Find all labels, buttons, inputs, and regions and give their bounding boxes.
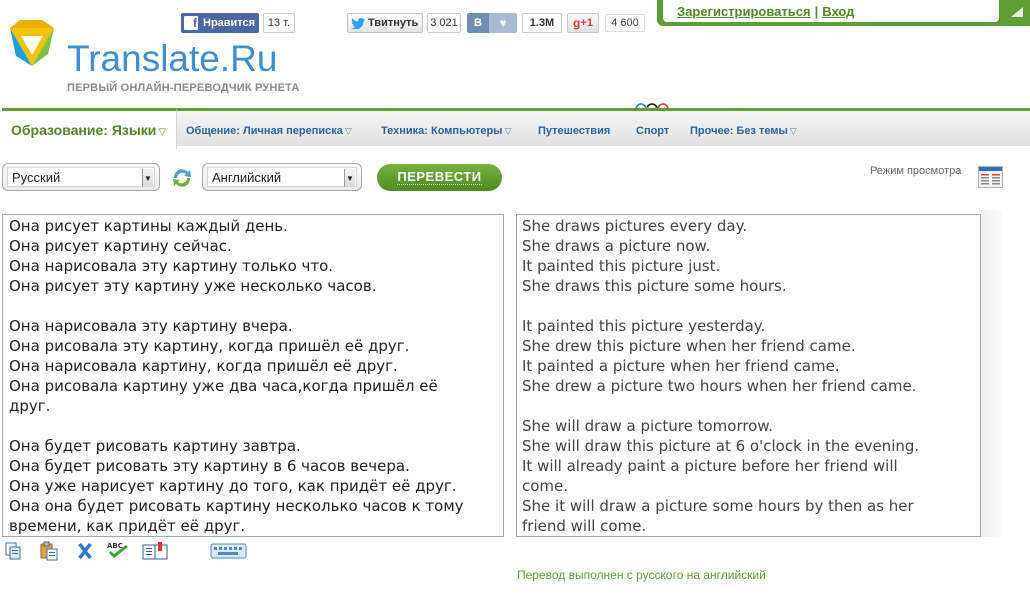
facebook-like-button[interactable]: f Нравится	[181, 13, 259, 33]
result-text-line: She drew a picture two hours when her fr…	[522, 377, 917, 395]
source-text-line: Она уже нарисует картину до того, как пр…	[9, 477, 457, 495]
source-text-line: Она будет рисовать картину завтра.	[9, 437, 301, 455]
result-text-line	[522, 296, 980, 316]
chevron-down-icon[interactable]: ▽	[158, 127, 166, 138]
keyboard-icon[interactable]	[210, 541, 247, 561]
source-text-line: Она рисовала эту картину, когда пришёл е…	[9, 337, 410, 355]
topic-tab-travel[interactable]: Путешествия	[538, 125, 610, 137]
result-text-line: She drew this picture when her friend ca…	[522, 337, 856, 355]
result-text-line: She will draw a picture tomorrow.	[522, 417, 774, 435]
translate-button[interactable]: ПЕРЕВЕСТИ	[377, 164, 502, 191]
source-text-line	[9, 416, 503, 436]
topic-bar: Образование: Языки ▽ Общение: Личная пере…	[2, 108, 1030, 149]
gplus-icon: g	[573, 16, 581, 30]
source-text-line: Она рисует картины каждый день.	[9, 217, 288, 235]
paste-icon[interactable]	[39, 541, 59, 561]
source-text-line: Она рисует эту картину уже несколько час…	[9, 277, 377, 295]
vk-count: 1.3M	[522, 13, 562, 33]
spellcheck-icon[interactable]: ABC	[106, 541, 132, 561]
twitter-tweet-label: Твитнуть	[368, 17, 419, 29]
target-language-value: Английский ▼	[207, 167, 357, 187]
result-text-line: friend will come.	[522, 517, 647, 535]
result-text-line: It painted this picture yesterday.	[522, 317, 766, 335]
view-mode-label[interactable]: Режим просмотра	[870, 165, 961, 177]
facebook-like-label: Нравится	[203, 17, 256, 29]
result-text-line: She draws pictures every day.	[522, 217, 748, 235]
chevron-down-icon[interactable]: ▽	[345, 126, 352, 136]
account-separator: |	[814, 3, 819, 19]
dropdown-arrow-icon[interactable]: ▼	[344, 169, 355, 187]
dropdown-arrow-icon[interactable]: ▼	[142, 169, 153, 187]
result-text-line: It will already paint a picture before h…	[522, 457, 898, 475]
translation-status: Перевод выполнен с русского на английски…	[517, 568, 766, 582]
register-link[interactable]: Зарегистрироваться	[677, 4, 811, 19]
twitter-tweet-button[interactable]: Твитнуть	[347, 13, 423, 33]
brand-slogan: ПЕРВЫЙ ОНЛАЙН-ПЕРЕВОДЧИК РУНЕТА	[67, 82, 300, 94]
source-text-line: Она нарисовала эту картину вчера.	[9, 317, 293, 335]
result-text-line: It painted a picture when her friend cam…	[522, 357, 840, 375]
topic-tab-other[interactable]: Прочее: Без темы ▽	[690, 125, 797, 137]
clear-icon[interactable]	[75, 541, 95, 561]
source-text-line	[9, 296, 503, 316]
source-text-area[interactable]: Она рисует картины каждый день. Она рисуе…	[2, 214, 504, 537]
result-text-line: She it will draw a picture some hours by…	[522, 497, 914, 515]
source-text-line: Она нарисовала эту картину только что.	[9, 257, 334, 275]
source-text-line: Она рисовала картину уже два часа,когда …	[9, 377, 438, 395]
source-text-line: Она нарисовала картину, когда пришёл её …	[9, 357, 398, 375]
chevron-down-icon[interactable]: ▽	[505, 126, 512, 136]
vk-share-button[interactable]: В	[467, 13, 489, 33]
svg-text:ABC: ABC	[107, 542, 123, 550]
target-language-select[interactable]: Английский ▼	[202, 163, 362, 191]
source-text-line: Она рисует картину сейчас.	[9, 237, 232, 255]
result-pane-frame	[981, 210, 1002, 537]
twitter-bird-icon	[351, 17, 365, 29]
result-text-line	[522, 396, 980, 416]
source-language-select[interactable]: Русский ▼	[2, 163, 160, 191]
logo-icon[interactable]	[6, 18, 58, 70]
topic-active-tab[interactable]: Образование: Языки ▽	[2, 108, 177, 149]
result-text-line: come.	[522, 477, 569, 495]
gplus-button[interactable]: g +1	[567, 13, 599, 33]
facebook-icon: f	[184, 16, 198, 30]
login-link[interactable]: Вход	[822, 4, 854, 19]
result-text-area[interactable]: She draws pictures every day. She draws a…	[516, 214, 981, 537]
vk-heart-icon[interactable]: ♥	[489, 13, 517, 33]
twitter-count: 3 021	[427, 13, 461, 33]
swap-languages-icon[interactable]	[170, 167, 194, 189]
copy-icon[interactable]	[4, 541, 24, 561]
topic-tab-personal[interactable]: Общение: Личная переписка ▽	[186, 125, 352, 137]
facebook-like-count: 13 т.	[263, 13, 295, 33]
result-text-line: She will draw this picture at 6 o'clock …	[522, 437, 920, 455]
source-language-value: Русский ▼	[7, 167, 155, 187]
account-bar: Зарегистрироваться | Вход	[657, 0, 1030, 26]
topic-tab-computers[interactable]: Техника: Компьютеры ▽	[381, 125, 512, 137]
result-text-line: She draws this picture some hours.	[522, 277, 787, 295]
view-mode-icon[interactable]	[978, 166, 1003, 188]
source-text-line: Она она будет рисовать картину несколько…	[9, 497, 464, 515]
checkmark-icon[interactable]	[1009, 4, 1025, 20]
gplus-count: 4 600	[605, 14, 645, 32]
translate-button-label: ПЕРЕВЕСТИ	[397, 169, 482, 185]
result-text-line: It painted this picture just.	[522, 257, 721, 275]
dictionary-icon[interactable]	[142, 541, 168, 561]
account-links: Зарегистрироваться | Вход	[663, 0, 999, 22]
source-text-line: времени, как придёт её друг.	[9, 517, 246, 535]
chevron-down-icon[interactable]: ▽	[790, 126, 797, 136]
source-text-line: друг.	[9, 397, 51, 415]
source-text-line: Она будет рисовать эту картину в 6 часов…	[9, 457, 410, 475]
gplus-label: +1	[580, 17, 593, 29]
topic-active-label[interactable]: Образование: Языки ▽	[11, 122, 166, 138]
result-text-line: She draws a picture now.	[522, 237, 711, 255]
topic-tab-sport[interactable]: Спорт	[636, 125, 669, 137]
brand-name[interactable]: Translate.Ru	[67, 40, 277, 77]
